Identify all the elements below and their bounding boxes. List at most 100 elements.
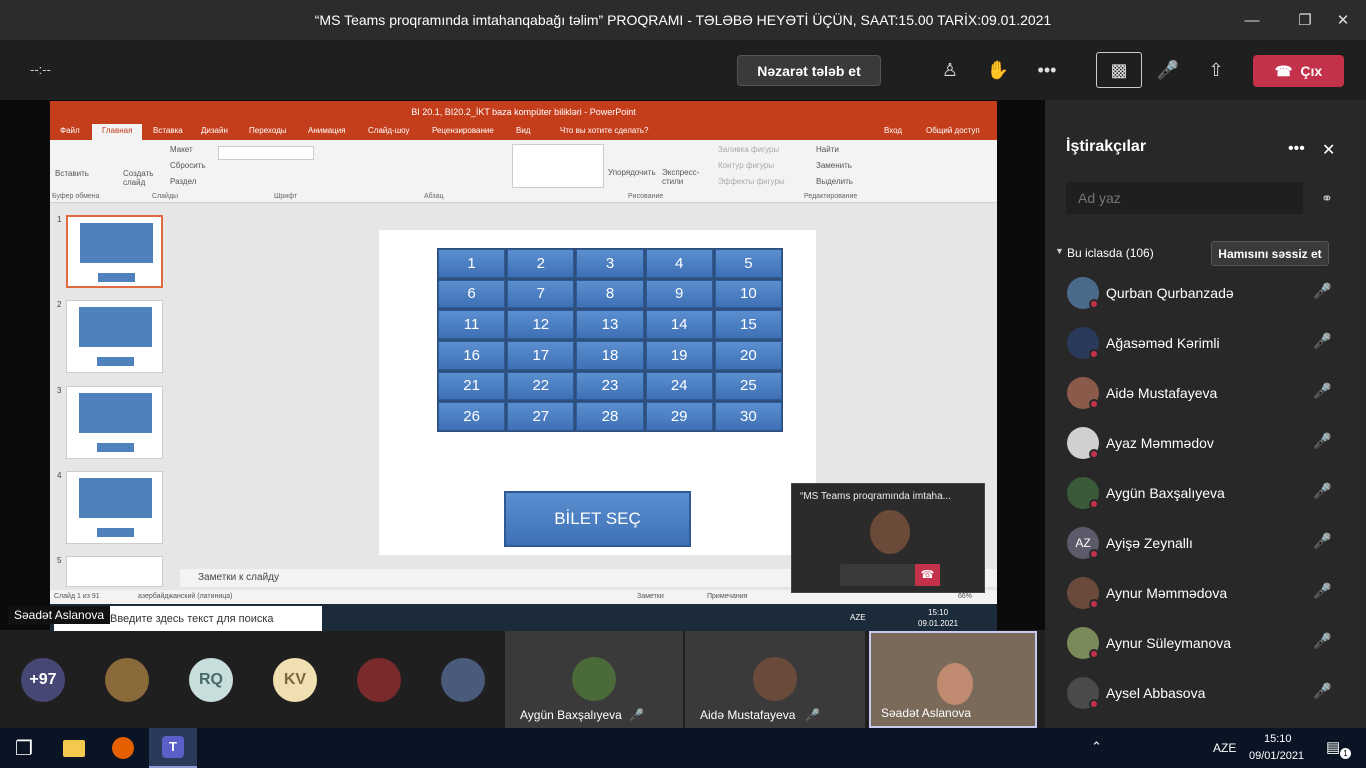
shape-effects-button[interactable]: Эффекты фигуры [718,177,785,186]
ticket-cell[interactable]: 5 [714,249,782,278]
ticket-cell[interactable]: 26 [438,402,506,431]
close-icon[interactable]: ✕ [1322,140,1335,160]
ticket-cell[interactable]: 15 [714,310,782,339]
firefox-icon[interactable] [99,728,147,768]
share-icon[interactable]: ⇧ [1193,52,1239,88]
slide-thumbnail[interactable] [66,215,163,288]
slide-thumbnail[interactable] [66,471,163,544]
mic-off-icon[interactable]: 🎤 [1313,382,1332,400]
quick-styles-button[interactable]: Экспресс-стили [662,168,700,186]
select-button[interactable]: Выделить [816,177,853,186]
overflow-count[interactable]: +97 [21,658,65,702]
participant-row[interactable]: Aynur Məmmədova 🎤 [1045,568,1366,618]
ticket-cell[interactable]: 7 [507,279,575,309]
ticket-cell[interactable]: 14 [645,310,713,339]
tell-me-search[interactable]: Что вы хотите сделать? [560,126,648,135]
hand-icon[interactable]: ✋ [975,52,1021,88]
mic-off-icon[interactable]: 🎤 [1313,482,1332,500]
camera-off-icon[interactable]: ▩ [1096,52,1142,88]
ticket-cell[interactable]: 19 [645,340,713,370]
ticket-cell[interactable]: 18 [576,340,644,370]
reset-button[interactable]: Сбросить [170,161,206,170]
participant-row[interactable]: AZ Ayişə Zeynallı 🎤 [1045,518,1366,568]
ticket-cell[interactable]: 24 [645,371,713,401]
participant-search-input[interactable] [1066,182,1303,214]
ticket-cell[interactable]: 17 [507,340,575,370]
participant-row[interactable]: Aysel Abbasova 🎤 [1045,668,1366,718]
ticket-cell[interactable]: 2 [507,249,575,278]
participant-row[interactable]: Aidə Mustafayeva 🎤 [1045,368,1366,418]
chevron-down-icon[interactable]: ▼ [1055,246,1064,256]
font-name-field[interactable] [218,146,314,160]
tab-slideshow[interactable]: Слайд-шоу [368,126,409,135]
find-button[interactable]: Найти [816,145,839,154]
ticket-cell[interactable]: 27 [507,402,575,431]
mic-off-icon[interactable]: 🎤 [1145,52,1191,88]
mic-off-icon[interactable]: 🎤 [1313,682,1332,700]
keyboard-lang[interactable]: AZE [1213,741,1236,755]
tab-animation[interactable]: Анимация [308,126,346,135]
more-icon[interactable]: ••• [1024,52,1070,88]
taskbar-time[interactable]: 15:10 [1264,733,1292,745]
ticket-cell[interactable]: 25 [714,371,782,401]
request-control-button[interactable]: Nəzarət tələb et [737,55,881,86]
participant-row[interactable]: Ağasəməd Kərimli 🎤 [1045,318,1366,368]
tab-file[interactable]: Файл [60,126,80,135]
login-link[interactable]: Вход [884,126,902,135]
chevron-up-icon[interactable]: ⌃ [1091,739,1102,755]
tab-home[interactable]: Главная [92,124,143,140]
phone-hangup-icon[interactable]: ☎ [915,564,940,586]
link-icon[interactable]: ⚭ [1321,190,1333,207]
ticket-cell[interactable]: 21 [438,371,506,401]
mic-off-icon[interactable]: 🎤 [1313,282,1332,300]
video-tile[interactable]: Aidə Mustafayeva 🎤 [685,631,865,728]
section-button[interactable]: Раздел [170,177,196,186]
tab-review[interactable]: Рецензирование [432,126,494,135]
mic-off-icon[interactable]: 🎤 [1313,582,1332,600]
ticket-cell[interactable]: 9 [645,279,713,309]
choose-ticket-button[interactable]: BİLET SEÇ [504,491,691,547]
comments-toggle[interactable]: Примечания [707,593,747,600]
ticket-cell[interactable]: 10 [714,279,782,309]
mic-off-icon[interactable]: 🎤 [1313,532,1332,550]
participant-row[interactable]: Qurban Qurbanzadə 🎤 [1045,268,1366,318]
self-view-window[interactable]: “MS Teams proqramında imtaha... ☎ [791,483,985,593]
ticket-cell[interactable]: 13 [576,310,644,339]
video-tile[interactable]: Aygün Baxşalıyeva 🎤 [505,631,683,728]
zoom-level[interactable]: 66% [958,593,972,600]
ticket-cell[interactable]: 30 [714,402,782,431]
arrange-button[interactable]: Упорядочить [608,168,656,177]
ticket-cell[interactable]: 16 [438,340,506,370]
mic-off-icon[interactable]: 🎤 [1313,332,1332,350]
slide-thumbnail[interactable] [66,386,163,459]
windows-start-icon[interactable]: ❐ [0,728,48,768]
new-slide-button[interactable]: Создать слайд [123,169,157,187]
ticket-cell[interactable]: 20 [714,340,782,370]
participant-row[interactable]: Ayaz Məmmədov 🎤 [1045,418,1366,468]
ticket-cell[interactable]: 8 [576,279,644,309]
ticket-cell[interactable]: 28 [576,402,644,431]
mute-all-button[interactable]: Hamısını səssiz et [1211,241,1329,266]
participant-row[interactable]: Aynur Süleymanova 🎤 [1045,618,1366,668]
notification-icon[interactable]: ▤ [1326,738,1340,756]
replace-button[interactable]: Заменить [816,161,852,170]
notes-toggle[interactable]: Заметки [637,593,664,600]
ticket-cell[interactable]: 4 [645,249,713,278]
ticket-cell[interactable]: 6 [438,279,506,309]
participant-row[interactable]: Aygün Baxşalıyeva 🎤 [1045,468,1366,518]
folder-icon[interactable] [50,728,98,768]
ticket-cell[interactable]: 29 [645,402,713,431]
ticket-cell[interactable]: 22 [507,371,575,401]
close-icon[interactable]: ✕ [1320,0,1366,40]
ticket-cell[interactable]: 23 [576,371,644,401]
ticket-cell[interactable]: 11 [438,310,506,339]
tab-design[interactable]: Дизайн [201,126,228,135]
slide-thumbnail[interactable] [66,556,163,587]
tab-transitions[interactable]: Переходы [249,126,287,135]
shapes-gallery[interactable] [512,144,604,188]
people-icon[interactable]: ♙ [927,52,973,88]
teams-icon[interactable]: T [149,728,197,768]
share-link[interactable]: Общий доступ [926,126,980,135]
shape-outline-button[interactable]: Контур фигуры [718,161,774,170]
mic-off-icon[interactable]: 🎤 [1313,432,1332,450]
